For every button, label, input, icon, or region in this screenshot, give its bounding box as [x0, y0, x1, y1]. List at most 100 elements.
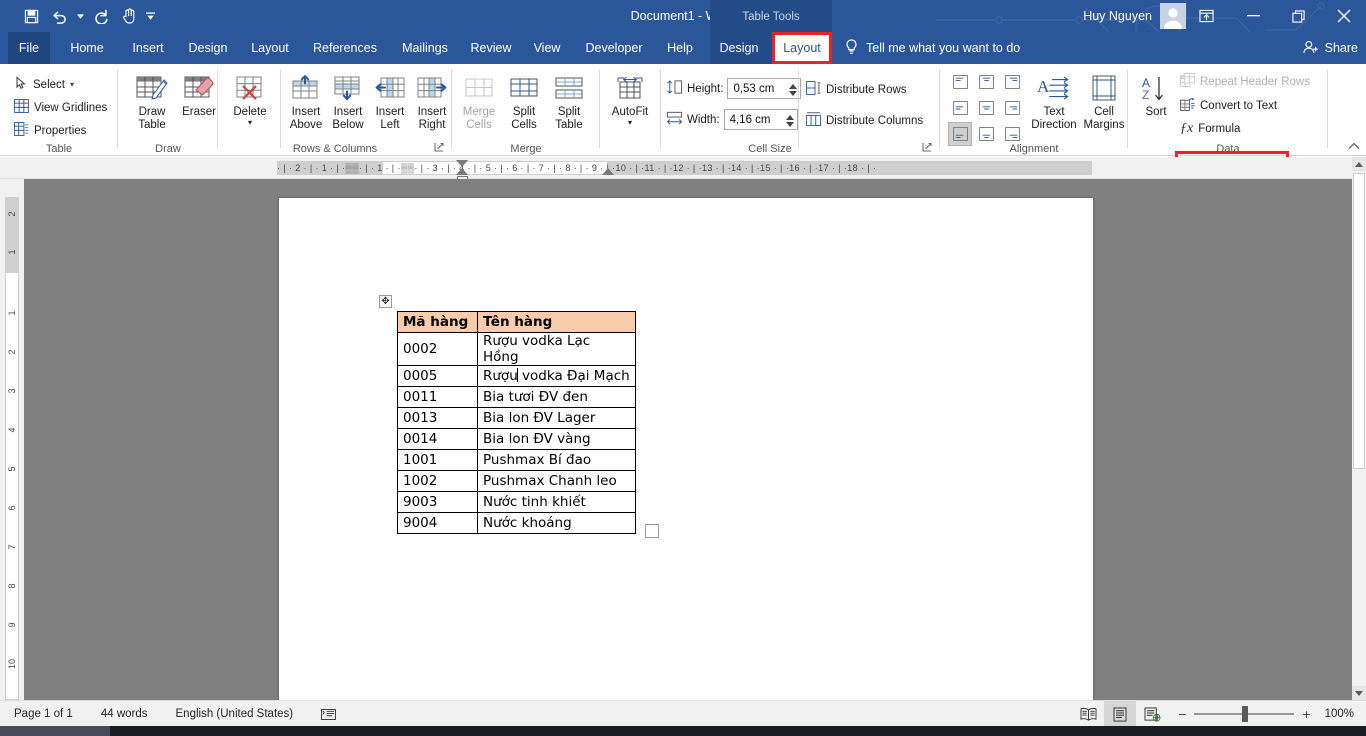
delete-caret[interactable]: ▾ — [248, 118, 252, 127]
table-row[interactable]: 0005 Rượu vodka Đại Mạch — [397, 365, 636, 387]
zoom-track[interactable] — [1194, 706, 1295, 722]
insert-above-button[interactable]: Insert Above — [284, 72, 328, 131]
table-row[interactable]: 1002 Pushmax Chanh leo — [397, 470, 636, 492]
restore-icon[interactable] — [1276, 0, 1321, 32]
tab-layout[interactable]: Layout — [241, 32, 299, 64]
taskbar-active-item[interactable] — [0, 726, 110, 736]
tab-references[interactable]: References — [303, 32, 387, 64]
tab-insert[interactable]: Insert — [122, 32, 174, 64]
cell-name[interactable]: Bia tươi ĐV đen — [477, 386, 636, 408]
cell-name[interactable]: Bia lon ĐV vàng — [477, 428, 636, 450]
distribute-columns-button[interactable]: Distribute Columns — [806, 112, 923, 129]
cell-name[interactable]: Pushmax Bí đao — [477, 449, 636, 471]
cell-code[interactable]: 9004 — [397, 512, 478, 534]
scroll-up-icon[interactable] — [1352, 157, 1366, 171]
repeat-header-rows-button[interactable]: Repeat Header Rows — [1180, 73, 1310, 90]
align-middle-center-button[interactable] — [974, 96, 998, 120]
tab-home[interactable]: Home — [58, 32, 116, 64]
cell-name[interactable]: Nước tinh khiết — [477, 491, 636, 513]
undo-dropdown-icon[interactable] — [74, 3, 86, 29]
table-header-row[interactable]: Mã hàng Tên hàng — [397, 311, 636, 333]
table-row[interactable]: 0013 Bia lon ĐV Lager — [397, 407, 636, 429]
sort-button[interactable]: A Z Sort — [1136, 72, 1176, 119]
table-row[interactable]: 0002 Rượu vodka Lạc Hồng — [397, 332, 636, 366]
scrollbar-thumb[interactable] — [1353, 173, 1365, 469]
hanging-indent-marker[interactable] — [456, 168, 468, 175]
product-table[interactable]: Mã hàng Tên hàng 0002 Rượu vodka Lạc Hồn… — [397, 311, 636, 534]
tab-developer[interactable]: Developer — [575, 32, 653, 64]
align-top-center-button[interactable] — [974, 70, 998, 94]
convert-to-text-button[interactable]: Convert to Text — [1180, 97, 1277, 114]
undo-icon[interactable] — [46, 3, 72, 29]
split-cells-button[interactable]: Split Cells — [502, 72, 546, 131]
cell-code[interactable]: 0013 — [397, 407, 478, 429]
first-line-indent-marker[interactable] — [456, 160, 468, 167]
zoom-in-button[interactable]: + — [1302, 707, 1310, 721]
table-row[interactable]: 9004 Nước khoáng — [397, 512, 636, 534]
document-page[interactable]: ✥ Mã hàng Tên hàng 0002 Rượu vodka Lạc H… — [279, 198, 1093, 700]
cell-margins-button[interactable]: Cell Margins — [1080, 72, 1128, 131]
web-layout-view-button[interactable] — [1136, 701, 1168, 727]
cell-name[interactable]: Nước khoáng — [477, 512, 636, 534]
align-middle-left-button[interactable] — [948, 96, 972, 120]
insert-left-button[interactable]: Insert Left — [368, 72, 412, 131]
ribbon-display-options-icon[interactable] — [1181, 0, 1231, 32]
align-top-left-button[interactable] — [948, 70, 972, 94]
vertical-scrollbar[interactable] — [1352, 157, 1366, 700]
zoom-slider[interactable]: − + — [1168, 706, 1320, 722]
split-table-button[interactable]: Split Table — [546, 72, 592, 131]
document-canvas[interactable]: ✥ Mã hàng Tên hàng 0002 Rượu vodka Lạc H… — [24, 179, 1352, 700]
text-direction-button[interactable]: A Text Direction — [1028, 72, 1080, 131]
cell-code[interactable]: 1002 — [397, 470, 478, 492]
table-row[interactable]: 0014 Bia lon ĐV vàng — [397, 428, 636, 450]
column-width-input[interactable]: 4,16 cm — [723, 109, 798, 130]
tab-mailings[interactable]: Mailings — [391, 32, 459, 64]
table-header-cell-code[interactable]: Mã hàng — [397, 311, 478, 333]
properties-button[interactable]: Properties — [14, 122, 86, 139]
select-button[interactable]: Select ▾ — [14, 76, 74, 93]
tab-review[interactable]: Review — [463, 32, 519, 64]
tab-view[interactable]: View — [523, 32, 571, 64]
table-row[interactable]: 0011 Bia tươi ĐV đen — [397, 386, 636, 408]
customize-qat-icon[interactable] — [144, 3, 156, 29]
tab-table-design[interactable]: Design — [710, 32, 768, 64]
eraser-button[interactable]: Eraser — [176, 72, 222, 119]
zoom-level-label[interactable]: 100% — [1321, 708, 1366, 720]
cell-code[interactable]: 9003 — [397, 491, 478, 513]
draw-table-button[interactable]: Draw Table — [126, 72, 178, 131]
print-layout-view-button[interactable] — [1104, 701, 1137, 727]
right-indent-marker[interactable] — [602, 168, 614, 175]
zoom-out-button[interactable]: − — [1178, 707, 1186, 721]
scroll-down-icon[interactable] — [1352, 686, 1366, 700]
save-icon[interactable] — [18, 3, 44, 29]
collapse-ribbon-icon[interactable] — [1348, 141, 1360, 153]
touch-mode-icon[interactable] — [116, 3, 142, 29]
read-mode-view-button[interactable] — [1072, 701, 1104, 727]
cell-name[interactable]: Pushmax Chanh leo — [477, 470, 636, 492]
cell-name[interactable]: Rượu vodka Lạc Hồng — [477, 332, 636, 366]
close-icon[interactable] — [1321, 0, 1366, 32]
distribute-rows-button[interactable]: Distribute Rows — [806, 81, 907, 98]
delete-button[interactable]: Delete ▾ — [226, 72, 274, 127]
cell-name-with-caret[interactable]: Rượu vodka Đại Mạch — [477, 365, 636, 387]
minimize-icon[interactable] — [1231, 0, 1276, 32]
autofit-button[interactable]: AutoFit ▾ — [604, 72, 656, 127]
cell-size-dialog-launcher[interactable] — [922, 142, 934, 154]
autofit-caret[interactable]: ▾ — [628, 118, 632, 127]
table-row[interactable]: 9003 Nước tinh khiết — [397, 491, 636, 513]
cell-name[interactable]: Bia lon ĐV Lager — [477, 407, 636, 429]
proofing-errors-icon[interactable] — [307, 701, 350, 727]
merge-cells-button[interactable]: Merge Cells — [456, 72, 502, 131]
table-header-cell-name[interactable]: Tên hàng — [477, 311, 636, 333]
tell-me-box[interactable]: Tell me what you want to do — [845, 32, 1020, 64]
vertical-ruler[interactable]: 2 1 1 2 3 4 5 6 7 8 9 10 — [0, 179, 24, 700]
tab-table-layout[interactable]: Layout — [772, 32, 832, 64]
cell-code[interactable]: 0014 — [397, 428, 478, 450]
share-button[interactable]: Share — [1303, 32, 1358, 64]
rows-columns-dialog-launcher[interactable] — [434, 142, 446, 154]
cell-code[interactable]: 1001 — [397, 449, 478, 471]
tab-help[interactable]: Help — [657, 32, 703, 64]
language-status[interactable]: English (United States) — [162, 701, 308, 727]
column-width-spinner[interactable] — [785, 111, 794, 130]
formula-button[interactable]: ƒx Formula — [1180, 121, 1240, 137]
